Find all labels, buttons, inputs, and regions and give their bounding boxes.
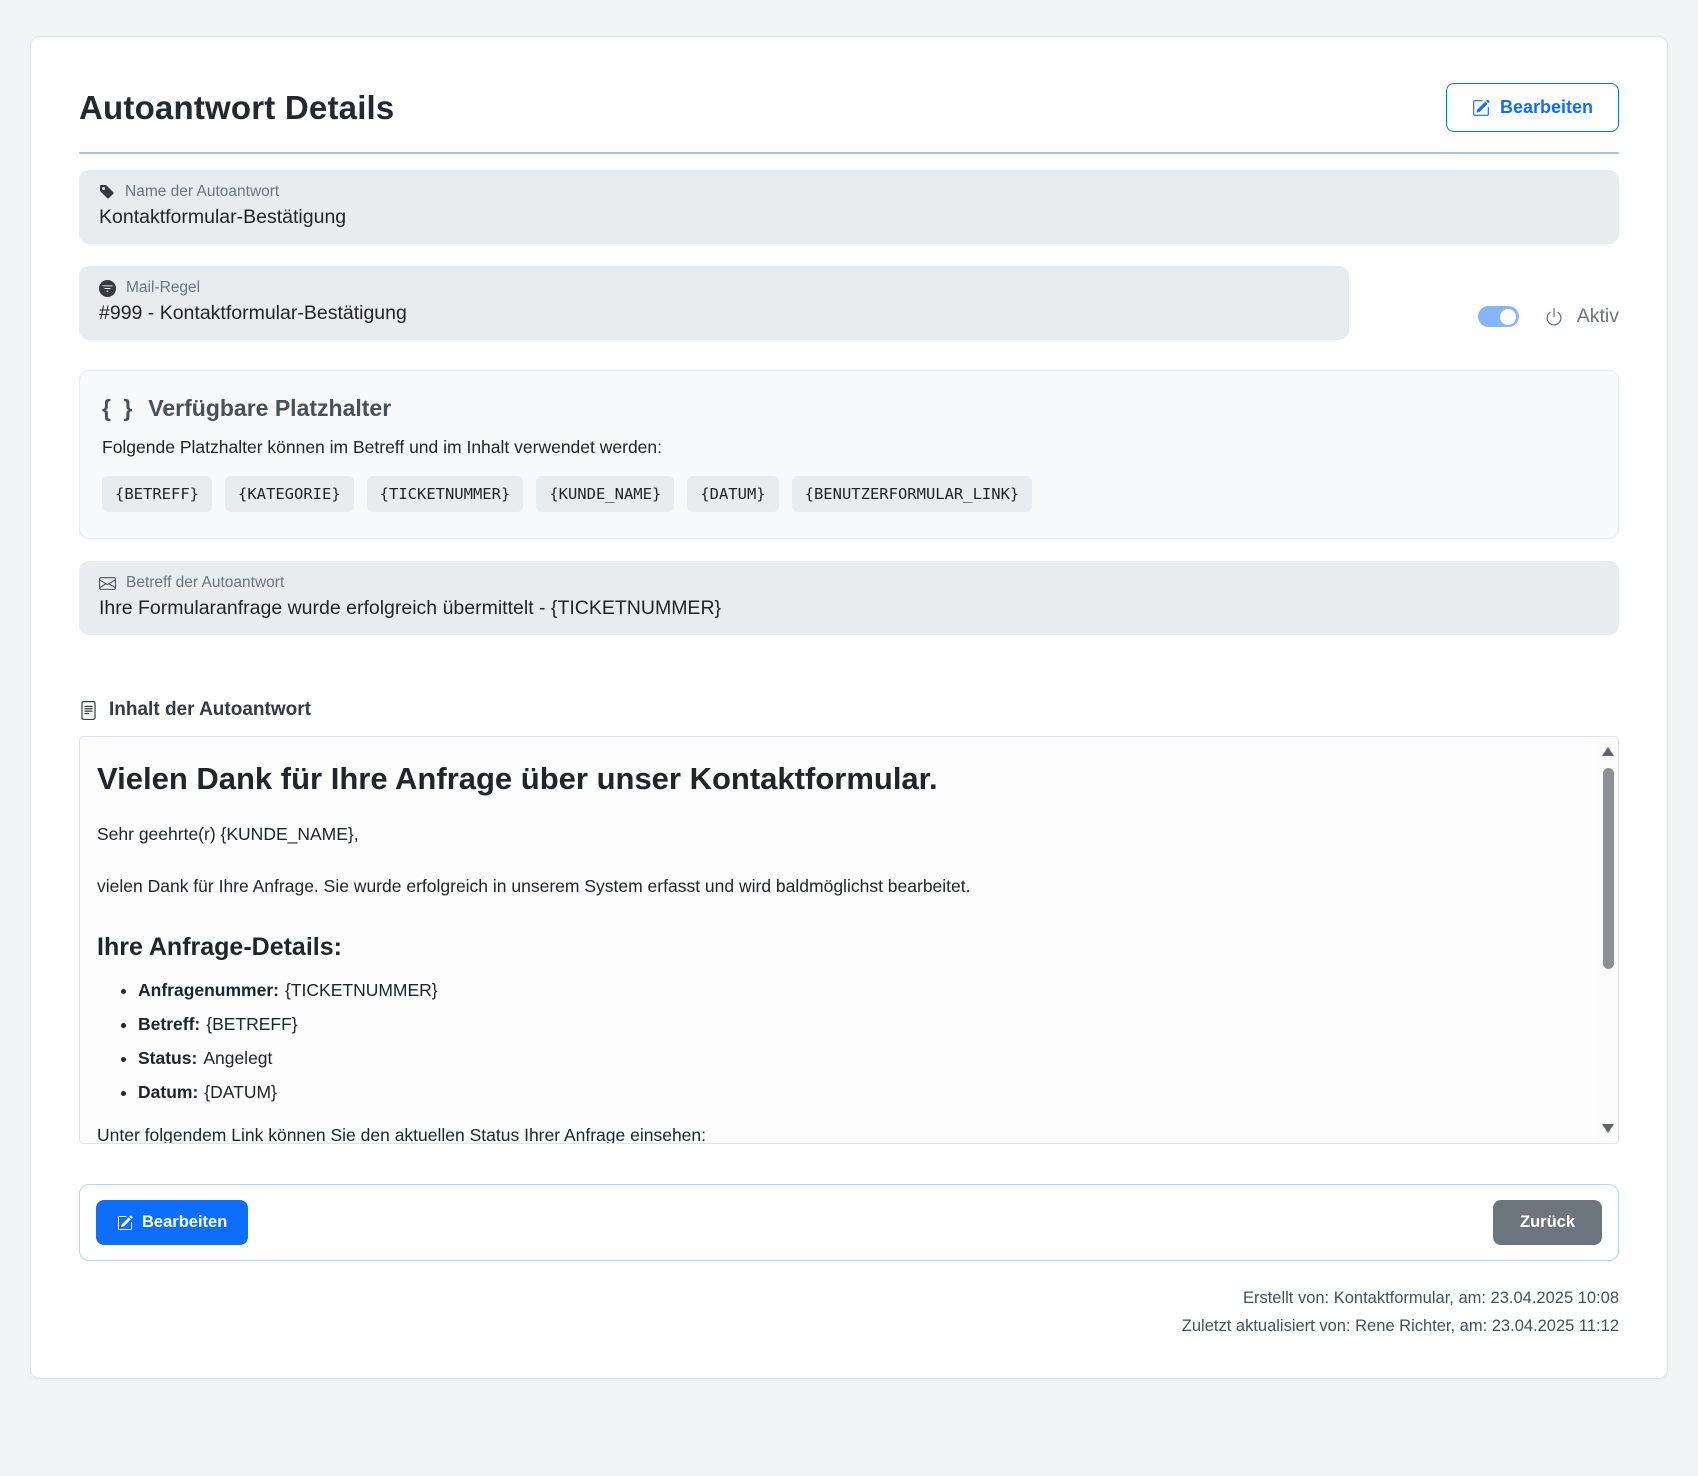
pencil-square-icon (1472, 99, 1490, 117)
list-item: Anfragenummer:{TICKETNUMMER} (138, 980, 1562, 1001)
list-item: Datum:{DATUM} (138, 1082, 1562, 1103)
mail-heading: Vielen Dank für Ihre Anfrage über unser … (97, 761, 1562, 797)
page-title: Autoantwort Details (79, 89, 394, 127)
active-toggle[interactable] (1478, 306, 1519, 327)
header: Autoantwort Details Bearbeiten (79, 83, 1619, 132)
tag-icon (99, 184, 115, 200)
mail-details-list: Anfragenummer:{TICKETNUMMER} Betreff:{BE… (97, 980, 1562, 1103)
filter-circle-icon (99, 280, 116, 297)
mail-details-heading: Ihre Anfrage-Details: (97, 933, 1562, 962)
placeholder-chip: {KUNDE_NAME} (536, 476, 674, 512)
toggle-knob (1500, 309, 1516, 325)
action-bar: Bearbeiten Zurück (79, 1184, 1619, 1261)
autoreply-details-card: Autoantwort Details Bearbeiten Name der … (30, 36, 1668, 1379)
scrollbar-track[interactable] (1599, 738, 1617, 1142)
content-section-label: Inhalt der Autoantwort (109, 699, 311, 721)
mail-intro: vielen Dank für Ihre Anfrage. Sie wurde … (97, 876, 1562, 897)
subject-field-label: Betreff der Autoantwort (126, 574, 284, 592)
envelope-icon (99, 575, 116, 592)
list-item: Status:Angelegt (138, 1048, 1562, 1069)
placeholders-title: Verfügbare Platzhalter (148, 395, 391, 422)
file-text-icon (79, 701, 98, 720)
power-icon (1544, 307, 1564, 327)
mail-greeting: Sehr geehrte(r) {KUNDE_NAME}, (97, 824, 1562, 845)
edit-button-footer[interactable]: Bearbeiten (96, 1200, 248, 1245)
mail-rule-field: Mail-Regel #999 - Kontaktformular-Bestät… (79, 266, 1349, 340)
scrollbar-up-arrow-icon[interactable] (1602, 747, 1614, 756)
name-field-label: Name der Autoantwort (125, 183, 279, 201)
placeholder-chip: {DATUM} (687, 476, 778, 512)
list-item: Betreff:{BETREFF} (138, 1014, 1562, 1035)
placeholder-chip: {TICKETNUMMER} (367, 476, 524, 512)
content-preview-body: Vielen Dank für Ihre Anfrage über unser … (80, 737, 1618, 1144)
braces-icon: { } (102, 395, 135, 422)
placeholders-description: Folgende Platzhalter können im Betreff u… (102, 437, 1596, 458)
back-button[interactable]: Zurück (1493, 1200, 1602, 1245)
scrollbar-down-arrow-icon[interactable] (1602, 1124, 1614, 1133)
edit-button-header-label: Bearbeiten (1500, 97, 1593, 118)
active-toggle-group: Aktiv (1478, 305, 1619, 328)
placeholder-chip: {KATEGORIE} (225, 476, 354, 512)
mail-rule-field-value: #999 - Kontaktformular-Bestätigung (99, 302, 1329, 325)
placeholder-chip: {BETREFF} (102, 476, 212, 512)
scrollbar-thumb[interactable] (1603, 768, 1614, 969)
pencil-square-icon (117, 1215, 133, 1231)
content-preview[interactable]: Vielen Dank für Ihre Anfrage über unser … (79, 736, 1619, 1144)
content-section-header: Inhalt der Autoantwort (79, 699, 1619, 721)
meta-info: Erstellt von: Kontaktformular, am: 23.04… (79, 1285, 1619, 1340)
mail-link-line: Unter folgendem Link können Sie den aktu… (97, 1125, 1562, 1144)
mail-rule-row: Mail-Regel #999 - Kontaktformular-Bestät… (79, 266, 1619, 340)
edit-button-footer-label: Bearbeiten (142, 1213, 227, 1232)
updated-info: Zuletzt aktualisiert von: Rene Richter, … (79, 1313, 1619, 1341)
placeholder-chip: {BENUTZERFORMULAR_LINK} (792, 476, 1033, 512)
placeholders-section: { } Verfügbare Platzhalter Folgende Plat… (79, 370, 1619, 539)
placeholder-chip-list: {BETREFF} {KATEGORIE} {TICKETNUMMER} {KU… (102, 476, 1596, 512)
name-field-value: Kontaktformular-Bestätigung (99, 206, 1599, 229)
header-divider (79, 152, 1619, 154)
active-label: Aktiv (1577, 305, 1619, 328)
name-field: Name der Autoantwort Kontaktformular-Bes… (79, 170, 1619, 244)
subject-field: Betreff der Autoantwort Ihre Formularanf… (79, 561, 1619, 635)
mail-rule-field-label: Mail-Regel (126, 279, 200, 297)
subject-field-value: Ihre Formularanfrage wurde erfolgreich ü… (99, 597, 1599, 620)
edit-button-header[interactable]: Bearbeiten (1446, 83, 1619, 132)
created-info: Erstellt von: Kontaktformular, am: 23.04… (79, 1285, 1619, 1313)
